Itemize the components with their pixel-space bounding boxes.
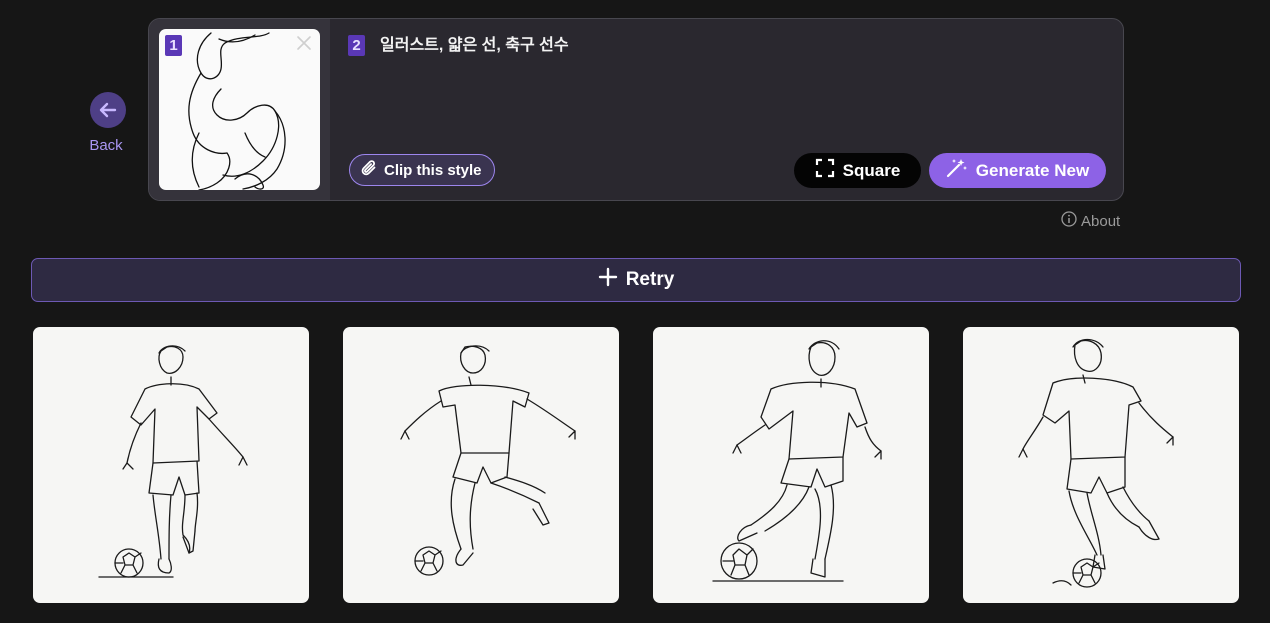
soccer-player-sketch-image	[98, 345, 248, 578]
retry-label: Retry	[625, 269, 675, 290]
soccer-player-sketch-image	[1018, 338, 1174, 588]
about-label: About	[1081, 212, 1121, 230]
reference-step-badge: 1	[165, 35, 182, 56]
square-frame-icon	[815, 158, 835, 183]
arrow-left-icon[interactable]	[90, 92, 126, 128]
info-icon	[1061, 211, 1077, 231]
result-image-2[interactable]	[343, 327, 619, 603]
prompt-card: 1 2 일러스트, 얇은 선, 축구 선수 Clip this style Sq…	[148, 18, 1124, 201]
results-gallery	[33, 327, 1239, 603]
generate-new-button[interactable]: Generate New	[929, 153, 1106, 188]
square-label: Square	[842, 160, 901, 180]
prompt-area[interactable]: 2 일러스트, 얇은 선, 축구 선수	[348, 35, 569, 56]
result-image-4[interactable]	[963, 327, 1239, 603]
plus-icon	[598, 267, 618, 293]
aspect-square-button[interactable]: Square	[794, 153, 921, 188]
back-button[interactable]: Back	[88, 92, 128, 154]
reference-image: 1	[159, 29, 320, 190]
magic-wand-icon	[946, 158, 968, 183]
back-label[interactable]: Back	[84, 137, 128, 154]
generate-new-label: Generate New	[975, 160, 1090, 180]
reference-panel: 1	[149, 19, 330, 200]
retry-button[interactable]: Retry	[31, 258, 1241, 302]
about-link[interactable]: About	[1061, 211, 1120, 231]
paperclip-icon	[360, 159, 378, 181]
result-image-1[interactable]	[33, 327, 309, 603]
clip-style-button[interactable]: Clip this style	[349, 154, 495, 186]
close-icon[interactable]	[295, 34, 313, 52]
prompt-text[interactable]: 일러스트, 얇은 선, 축구 선수	[380, 35, 569, 57]
soccer-player-sketch-image	[712, 340, 882, 582]
prompt-step-badge: 2	[348, 35, 365, 56]
clip-style-label: Clip this style	[384, 161, 482, 179]
line-art-figure-image	[188, 32, 286, 190]
soccer-player-sketch-image	[400, 345, 576, 576]
result-image-3[interactable]	[653, 327, 929, 603]
